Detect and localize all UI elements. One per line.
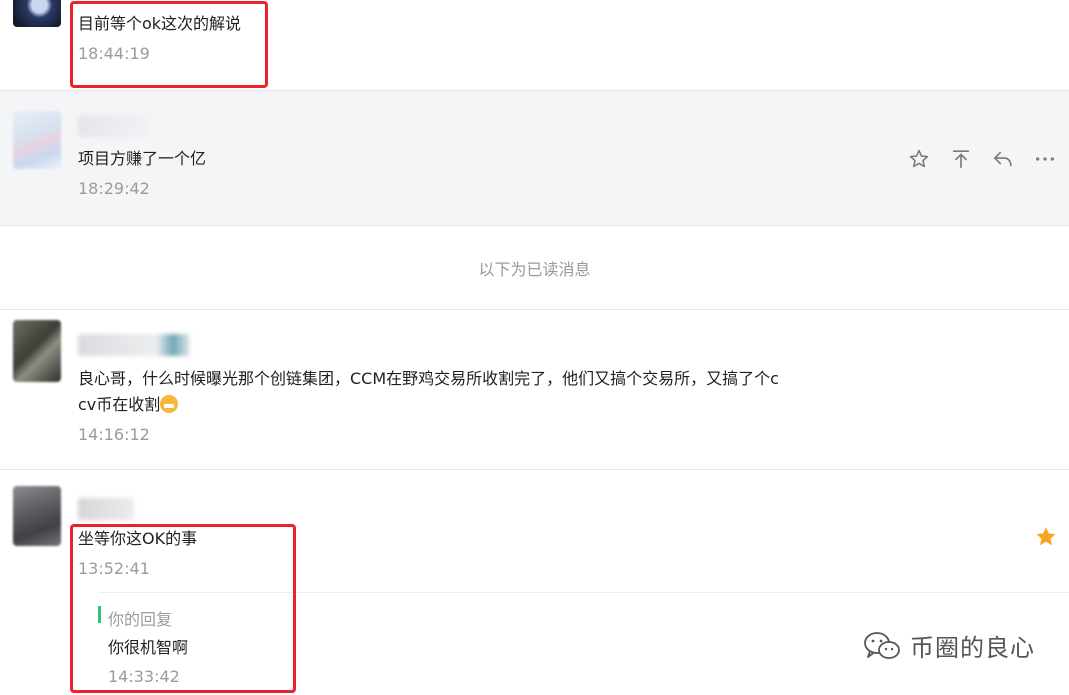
- message-time: 14:16:12: [78, 425, 150, 444]
- wechat-icon: [864, 631, 900, 659]
- watermark: 币圈的良心: [862, 628, 1035, 663]
- grimace-emoji-icon: [160, 395, 179, 413]
- highlight-box: [70, 1, 268, 88]
- message-actions: [907, 147, 1057, 171]
- avatar[interactable]: [13, 0, 61, 27]
- reply-icon[interactable]: [991, 147, 1015, 171]
- message-item[interactable]: 良心哥，什么时候曝光那个创链集团，CCM在野鸡交易所收割完了，他们又搞个交易所，…: [0, 310, 1069, 470]
- nickname-blurred: [78, 115, 150, 137]
- read-divider: 以下为已读消息: [0, 226, 1069, 310]
- pin-top-icon[interactable]: [949, 147, 973, 171]
- read-divider-label: 以下为已读消息: [478, 260, 591, 279]
- avatar[interactable]: [13, 486, 61, 546]
- message-text-line1: 良心哥，什么时候曝光那个创链集团，CCM在野鸡交易所收割完了，他们又搞个交易所，…: [78, 369, 779, 388]
- star-outline-icon[interactable]: [907, 147, 931, 171]
- message-item[interactable]: 项目方赚了一个亿 18:29:42: [0, 91, 1069, 226]
- watermark-text: 币圈的良心: [910, 634, 1035, 662]
- message-text-line2: cv币在收割: [78, 392, 179, 417]
- more-icon[interactable]: [1033, 147, 1057, 171]
- nickname-blurred: [78, 334, 190, 356]
- message-text: 项目方赚了一个亿: [78, 149, 207, 168]
- avatar[interactable]: [13, 320, 61, 382]
- highlight-box: [70, 524, 296, 693]
- nickname-blurred: [78, 498, 134, 520]
- star-filled-icon[interactable]: [1034, 525, 1058, 553]
- message-text-line2-content: cv币在收割: [78, 395, 161, 414]
- avatar[interactable]: [13, 111, 61, 169]
- message-time: 18:29:42: [78, 179, 150, 198]
